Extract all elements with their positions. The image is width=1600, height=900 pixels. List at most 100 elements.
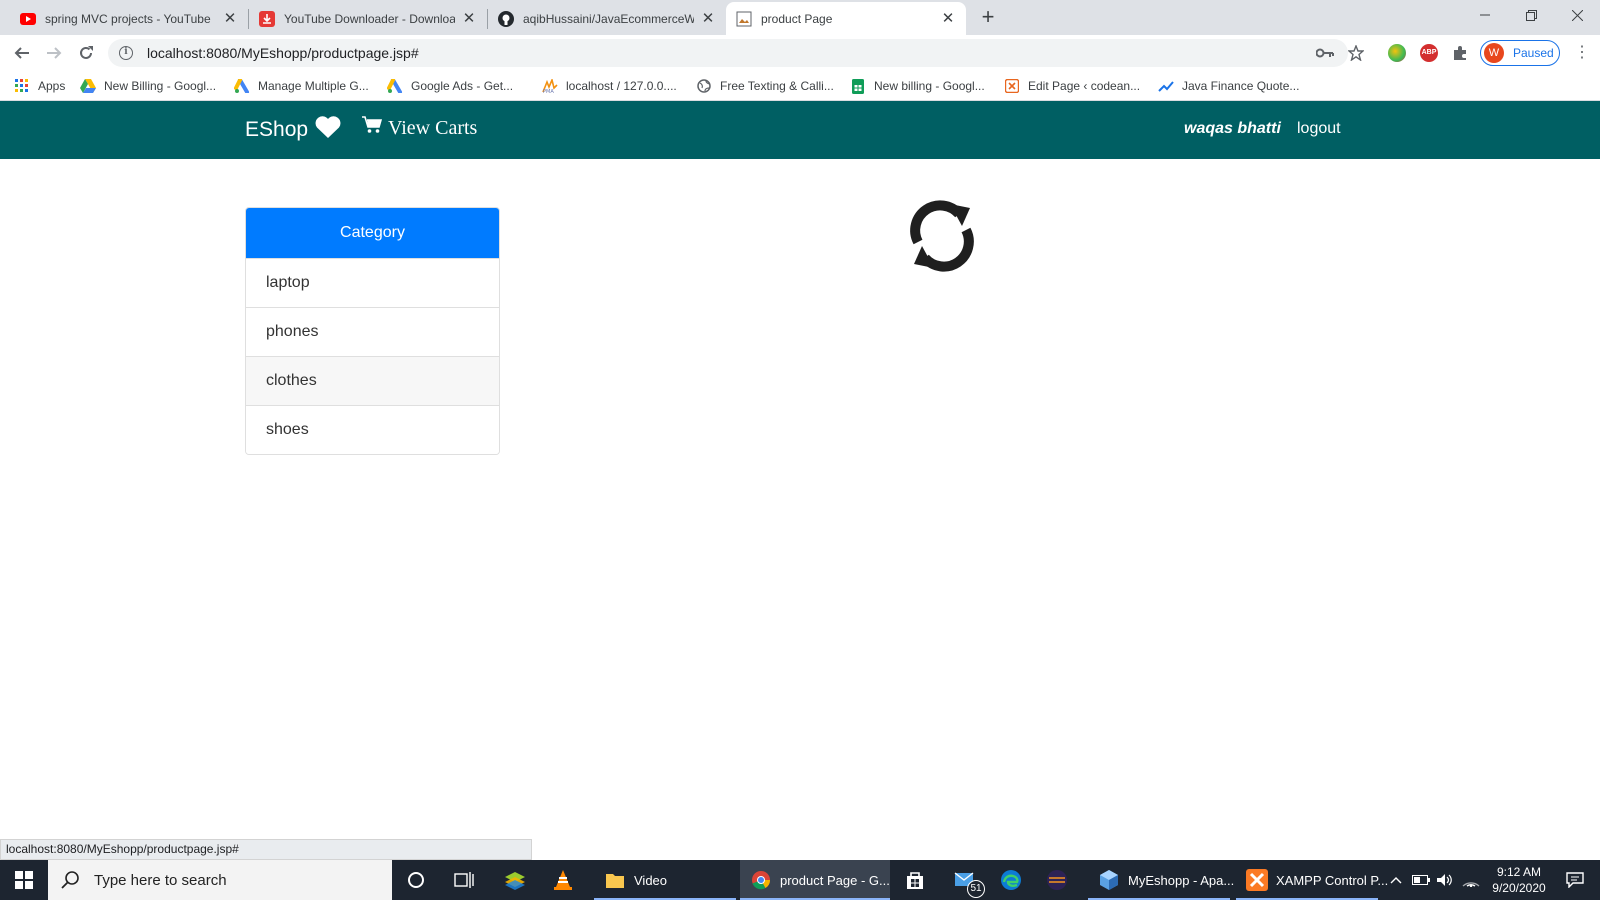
close-icon[interactable]: ✕ xyxy=(222,10,238,27)
clock-date: 9/20/2020 xyxy=(1492,881,1546,895)
taskbar-app-label: product Page - G... xyxy=(780,872,890,888)
heart-icon xyxy=(314,115,342,145)
taskbar-search-box[interactable]: Type here to search xyxy=(48,860,392,900)
store-icon[interactable] xyxy=(898,860,932,900)
globe-icon xyxy=(696,78,712,94)
address-url[interactable]: localhost:8080/MyEshopp/productpage.jsp# xyxy=(147,45,419,61)
bookmarks-bar: Apps New Billing - Googl... Manage Multi… xyxy=(0,71,1600,101)
bluestacks-icon[interactable] xyxy=(498,860,532,900)
close-icon[interactable]: ✕ xyxy=(461,10,477,27)
search-placeholder: Type here to search xyxy=(94,871,227,889)
google-ads-icon xyxy=(387,78,403,94)
bookmark-item[interactable]: Edit Page ‹ codean... xyxy=(1004,77,1140,95)
minimize-button[interactable] xyxy=(1462,0,1508,30)
tab-product-page[interactable]: product Page ✕ xyxy=(726,2,966,35)
bookmark-item[interactable]: PMA localhost / 127.0.0.... xyxy=(542,77,677,95)
speaker-icon[interactable] xyxy=(1436,860,1456,900)
wifi-icon[interactable] xyxy=(1462,860,1482,900)
view-carts-link[interactable]: View Carts xyxy=(362,116,477,140)
close-icon[interactable]: ✕ xyxy=(940,10,956,27)
loading-refresh-icon xyxy=(904,198,980,274)
browser-tab-strip: spring MVC projects - YouTube ✕ YouTube … xyxy=(0,0,1600,35)
category-heading[interactable]: Category xyxy=(246,208,499,258)
google-sheets-icon xyxy=(850,78,866,94)
bookmark-item[interactable]: New billing - Googl... xyxy=(850,77,985,95)
battery-icon[interactable] xyxy=(1412,860,1432,900)
bookmark-label: Manage Multiple G... xyxy=(258,79,369,93)
profile-status: Paused xyxy=(1513,46,1554,60)
netbeans-icon xyxy=(1098,869,1120,891)
folder-icon xyxy=(604,869,626,891)
profile-button[interactable]: W Paused xyxy=(1480,40,1560,66)
page-icon xyxy=(736,11,752,27)
tab-youtube[interactable]: spring MVC projects - YouTube ✕ xyxy=(10,2,248,35)
key-icon[interactable] xyxy=(1314,42,1336,64)
back-button[interactable] xyxy=(8,39,36,67)
taskbar-app-video[interactable]: Video xyxy=(594,860,736,900)
category-item-laptop[interactable]: laptop xyxy=(246,258,499,307)
bookmark-item[interactable]: Free Texting & Calli... xyxy=(696,77,834,95)
forward-button[interactable] xyxy=(40,39,68,67)
bookmark-item[interactable]: Google Ads - Get... xyxy=(387,77,513,95)
window-close-button[interactable] xyxy=(1554,0,1600,30)
taskbar-app-netbeans[interactable]: MyEshopp - Apa... xyxy=(1088,860,1234,900)
youtube-icon xyxy=(20,11,36,27)
task-view-icon[interactable] xyxy=(448,860,480,900)
bookmark-item[interactable]: Manage Multiple G... xyxy=(234,77,369,95)
start-button[interactable] xyxy=(0,860,48,900)
tab-title: aqibHussaini/JavaEcommerceWe xyxy=(523,11,694,26)
bookmark-apps[interactable]: Apps xyxy=(14,77,65,95)
mail-icon[interactable]: 51 xyxy=(946,860,986,900)
taskbar-app-chrome[interactable]: product Page - G... xyxy=(740,860,890,900)
adblock-icon[interactable]: ABP xyxy=(1420,44,1438,62)
chart-trend-icon xyxy=(1158,78,1174,94)
category-item-shoes[interactable]: shoes xyxy=(246,405,499,454)
info-icon[interactable]: i xyxy=(119,46,133,60)
taskbar-app-label: Video xyxy=(634,872,668,888)
bookmark-label: localhost / 127.0.0.... xyxy=(566,79,677,93)
category-list: Category laptop phones clothes shoes xyxy=(245,207,500,455)
codeanywhere-icon xyxy=(1004,78,1020,94)
tab-youtube-downloader[interactable]: YouTube Downloader - Downloa ✕ xyxy=(249,2,487,35)
apps-grid-icon xyxy=(14,78,30,94)
taskbar-app-label: MyEshopp - Apa... xyxy=(1128,872,1235,888)
restore-button[interactable] xyxy=(1508,0,1554,30)
bookmark-label: Google Ads - Get... xyxy=(411,79,514,93)
logout-link[interactable]: logout xyxy=(1297,120,1341,138)
eclipse-icon[interactable] xyxy=(1040,860,1074,900)
star-icon[interactable] xyxy=(1345,42,1367,64)
download-icon xyxy=(259,10,275,27)
bookmark-item[interactable]: New Billing - Googl... xyxy=(80,77,216,95)
bookmark-label: New billing - Googl... xyxy=(874,79,985,93)
close-icon[interactable]: ✕ xyxy=(700,10,716,27)
category-item-clothes[interactable]: clothes xyxy=(246,356,499,405)
windows-logo-icon xyxy=(15,871,33,889)
notifications-icon[interactable] xyxy=(1558,860,1592,900)
tab-github[interactable]: aqibHussaini/JavaEcommerceWe ✕ xyxy=(488,2,726,35)
xampp-icon xyxy=(1246,869,1268,891)
extension-icon[interactable] xyxy=(1388,44,1406,62)
bookmark-label: Java Finance Quote... xyxy=(1182,79,1300,93)
bookmark-item[interactable]: Java Finance Quote... xyxy=(1158,77,1299,95)
phpmyadmin-icon: PMA xyxy=(542,78,558,94)
system-clock[interactable]: 9:12 AM 9/20/2020 xyxy=(1484,864,1554,896)
new-tab-button[interactable]: + xyxy=(976,6,1000,30)
reload-button[interactable] xyxy=(72,39,100,67)
brand-link[interactable]: EShop xyxy=(245,115,342,145)
google-drive-icon xyxy=(80,78,96,94)
clock-time: 9:12 AM xyxy=(1496,865,1542,879)
address-bar[interactable]: i localhost:8080/MyEshopp/productpage.js… xyxy=(108,39,1348,67)
search-icon xyxy=(61,871,79,889)
puzzle-extensions-icon[interactable] xyxy=(1449,42,1471,64)
avatar: W xyxy=(1484,43,1504,63)
menu-kebab-icon[interactable]: ⋮ xyxy=(1572,42,1592,64)
vlc-icon[interactable] xyxy=(546,860,580,900)
cortana-icon[interactable] xyxy=(400,860,432,900)
arrow-left-icon xyxy=(14,47,29,59)
chevron-up-icon[interactable] xyxy=(1390,860,1408,900)
taskbar-app-xampp[interactable]: XAMPP Control P... xyxy=(1236,860,1388,900)
shopping-cart-icon xyxy=(362,116,383,140)
tab-title: YouTube Downloader - Downloa xyxy=(284,11,455,26)
edge-icon[interactable] xyxy=(994,860,1028,900)
category-item-phones[interactable]: phones xyxy=(246,307,499,356)
